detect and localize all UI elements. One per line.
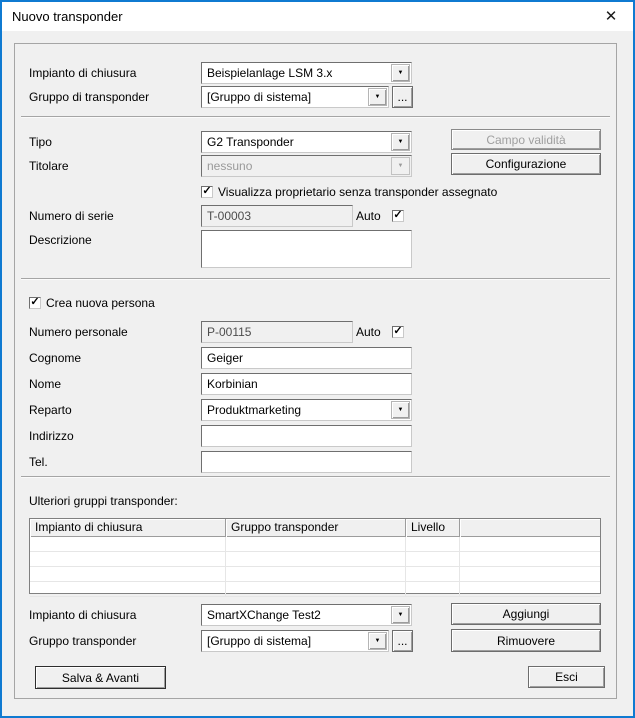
check-icon: ✓ — [30, 297, 39, 308]
impianto-chiusura-2-label: Impianto di chiusura — [29, 604, 136, 626]
table-row — [30, 552, 600, 567]
campo-validita-button: Campo validità — [451, 129, 601, 150]
gruppo-transponder-2-label: Gruppo transponder — [29, 630, 136, 652]
reparto-select[interactable]: Produktmarketing ▼ — [201, 399, 412, 421]
new-transponder-dialog: Nuovo transponder ✕ Impianto di chiusura… — [0, 0, 635, 718]
descrizione-label: Descrizione — [29, 229, 92, 251]
salva-avanti-button[interactable]: Salva & Avanti — [35, 666, 166, 689]
dialog-body-groupbox: Impianto di chiusura Beispielanlage LSM … — [14, 43, 617, 699]
impianto-chiusura-select[interactable]: Beispielanlage LSM 3.x ▼ — [201, 62, 412, 84]
titolare-value: nessuno — [202, 156, 390, 176]
table-row — [30, 582, 600, 597]
section-separator — [21, 476, 610, 478]
configurazione-button[interactable]: Configurazione — [451, 153, 601, 175]
cognome-field[interactable] — [201, 347, 412, 369]
chevron-down-icon[interactable]: ▼ — [391, 401, 410, 419]
section-separator — [21, 278, 610, 280]
chevron-down-icon: ▼ — [391, 157, 410, 175]
auto-personale-checkbox[interactable]: ✓ — [392, 326, 404, 338]
gruppo-transponder-2-select[interactable]: [Gruppo di sistema] ▼ — [201, 630, 389, 652]
reparto-value: Produktmarketing — [202, 400, 390, 420]
numero-serie-label: Numero di serie — [29, 205, 114, 227]
gruppi-transponder-table[interactable]: Impianto di chiusura Gruppo transponder … — [29, 518, 601, 594]
chevron-down-icon[interactable]: ▼ — [368, 632, 387, 650]
auto-serie-checkbox[interactable]: ✓ — [392, 210, 404, 222]
table-header-row: Impianto di chiusura Gruppo transponder … — [30, 519, 600, 537]
reparto-label: Reparto — [29, 399, 72, 421]
cognome-label: Cognome — [29, 347, 81, 369]
check-icon: ✓ — [202, 186, 211, 197]
tipo-label: Tipo — [29, 131, 52, 153]
indirizzo-label: Indirizzo — [29, 425, 74, 447]
rimuovere-button[interactable]: Rimuovere — [451, 629, 601, 652]
titolare-select: nessuno ▼ — [201, 155, 412, 177]
visualizza-proprietario-label: Visualizza proprietario senza transponde… — [218, 184, 497, 200]
auto-serie-label: Auto — [356, 205, 381, 227]
descrizione-textarea[interactable] — [201, 230, 412, 268]
tel-field[interactable] — [201, 451, 412, 473]
check-icon: ✓ — [393, 210, 402, 221]
impianto-chiusura-label: Impianto di chiusura — [29, 62, 136, 84]
crea-nuova-persona-label: Crea nuova persona — [46, 295, 155, 311]
table-row — [30, 537, 600, 552]
tipo-value: G2 Transponder — [202, 132, 390, 152]
titolare-label: Titolare — [29, 155, 69, 177]
title-bar[interactable]: Nuovo transponder ✕ — [2, 2, 633, 31]
chevron-down-icon[interactable]: ▼ — [391, 133, 410, 151]
tel-label: Tel. — [29, 451, 48, 473]
table-row — [30, 567, 600, 582]
gruppo-transponder-label: Gruppo di transponder — [29, 86, 149, 108]
impianto-chiusura-2-select[interactable]: SmartXChange Test2 ▼ — [201, 604, 412, 626]
esci-button[interactable]: Esci — [528, 666, 605, 688]
gruppo-transponder-value: [Gruppo di sistema] — [202, 87, 367, 107]
indirizzo-field[interactable] — [201, 425, 412, 447]
nome-label: Nome — [29, 373, 61, 395]
numero-personale-label: Numero personale — [29, 321, 128, 343]
dialog-title: Nuovo transponder — [12, 2, 123, 31]
numero-personale-field — [201, 321, 353, 343]
gruppo-transponder-select[interactable]: [Gruppo di sistema] ▼ — [201, 86, 389, 108]
chevron-down-icon[interactable]: ▼ — [368, 88, 387, 106]
impianto-chiusura-2-value: SmartXChange Test2 — [202, 605, 390, 625]
gruppo-transponder-2-value: [Gruppo di sistema] — [202, 631, 367, 651]
gruppo-transponder-browse-button[interactable]: ... — [392, 86, 413, 108]
crea-nuova-persona-checkbox[interactable]: ✓ — [29, 297, 41, 309]
visualizza-proprietario-checkbox[interactable]: ✓ — [201, 186, 213, 198]
aggiungi-button[interactable]: Aggiungi — [451, 603, 601, 625]
check-icon: ✓ — [393, 326, 402, 337]
gruppo-transponder-2-browse-button[interactable]: ... — [392, 630, 413, 652]
section-separator — [21, 116, 610, 118]
table-header-impianto[interactable]: Impianto di chiusura — [30, 519, 226, 537]
table-header-empty[interactable] — [460, 519, 600, 537]
ulteriori-gruppi-label: Ulteriori gruppi transponder: — [29, 493, 178, 509]
table-header-gruppo[interactable]: Gruppo transponder — [226, 519, 406, 537]
close-icon[interactable]: ✕ — [598, 5, 624, 29]
numero-serie-field — [201, 205, 353, 227]
nome-field[interactable] — [201, 373, 412, 395]
auto-personale-label: Auto — [356, 321, 381, 343]
table-body[interactable] — [30, 537, 600, 597]
chevron-down-icon[interactable]: ▼ — [391, 606, 410, 624]
table-header-livello[interactable]: Livello — [406, 519, 460, 537]
tipo-select[interactable]: G2 Transponder ▼ — [201, 131, 412, 153]
impianto-chiusura-value: Beispielanlage LSM 3.x — [202, 63, 390, 83]
chevron-down-icon[interactable]: ▼ — [391, 64, 410, 82]
